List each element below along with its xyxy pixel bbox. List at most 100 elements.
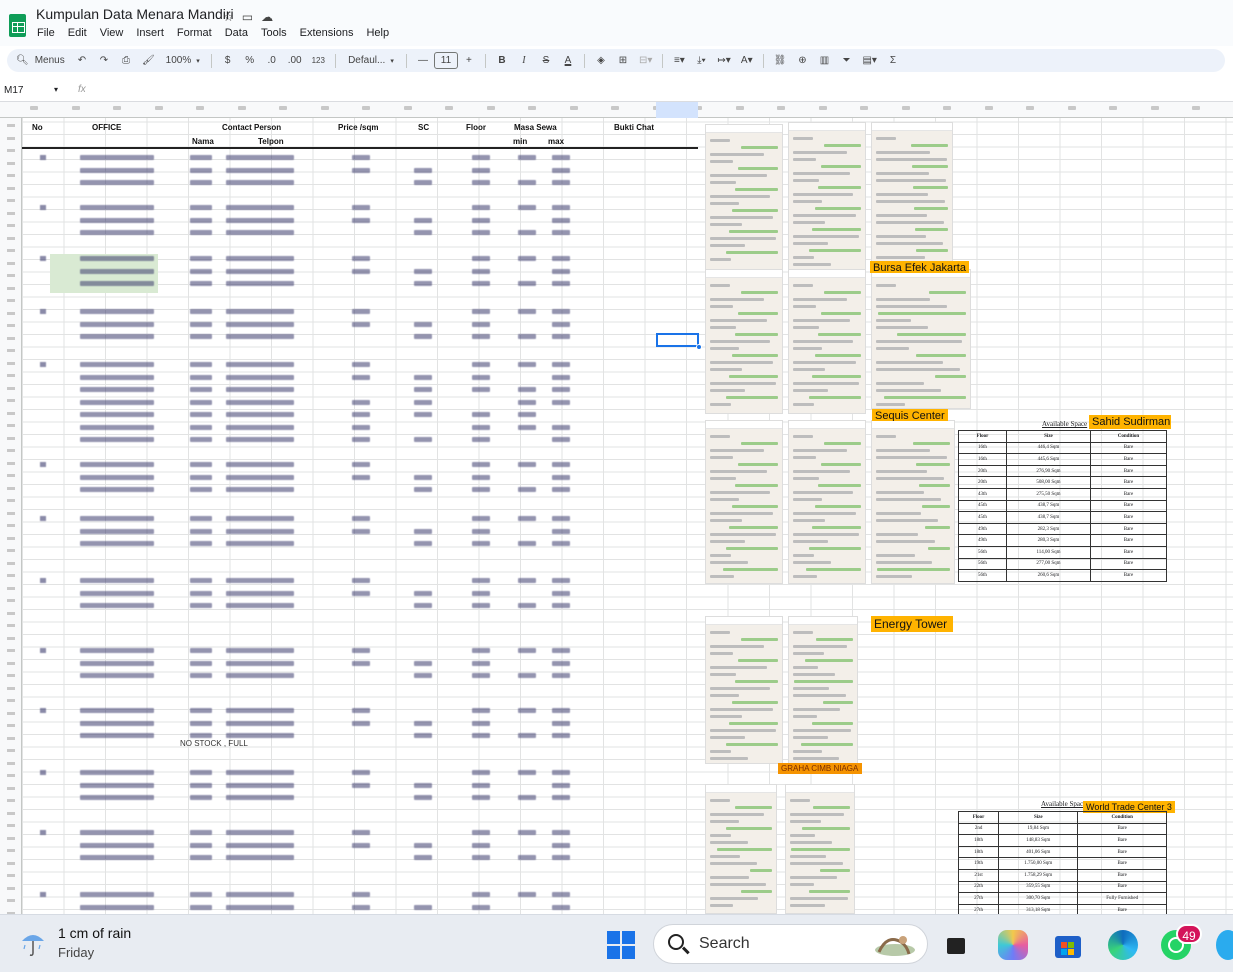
blurred-cell[interactable] [190, 321, 212, 327]
row-number[interactable] [7, 299, 15, 302]
increase-decimal-button[interactable]: .00 [284, 51, 306, 71]
blurred-cell[interactable] [518, 180, 536, 185]
blurred-cell[interactable] [352, 399, 370, 405]
blurred-cell[interactable] [472, 648, 490, 653]
blurred-cell[interactable] [414, 412, 432, 417]
row-number[interactable] [7, 574, 15, 577]
rain-weather-icon[interactable] [18, 927, 48, 957]
blurred-cell[interactable] [472, 281, 490, 286]
blurred-cell[interactable] [80, 374, 154, 380]
row-number[interactable] [7, 724, 15, 727]
blurred-cell[interactable] [226, 830, 294, 835]
blurred-cell[interactable] [80, 830, 154, 835]
blurred-cell[interactable] [226, 387, 294, 392]
blurred-cell[interactable] [226, 487, 294, 492]
blurred-cell[interactable] [414, 660, 432, 666]
filter-icon[interactable]: ⏷ [836, 51, 856, 71]
row-number[interactable] [7, 661, 15, 665]
chat-screenshot-image[interactable] [705, 269, 783, 414]
row-number[interactable] [7, 386, 15, 390]
blurred-cell[interactable] [352, 830, 370, 835]
blurred-cell[interactable] [552, 362, 570, 367]
blurred-cell[interactable] [472, 904, 490, 910]
row-number[interactable] [7, 336, 15, 340]
blurred-cell[interactable] [518, 795, 536, 800]
blurred-cell[interactable] [226, 399, 294, 405]
blurred-cell[interactable] [552, 516, 570, 521]
blurred-cell[interactable] [472, 256, 490, 261]
blurred-cell[interactable] [80, 321, 154, 327]
row-number[interactable] [7, 899, 15, 902]
blurred-cell[interactable] [518, 603, 536, 608]
blurred-cell[interactable] [190, 256, 212, 261]
blurred-cell[interactable] [518, 387, 536, 392]
blurred-cell[interactable] [518, 281, 536, 286]
blurred-cell[interactable] [472, 487, 490, 492]
merge-icon[interactable]: ⊟▾ [635, 51, 656, 71]
blurred-cell[interactable] [414, 437, 432, 442]
comment-icon[interactable]: ⊕ [792, 51, 812, 71]
blurred-cell[interactable] [472, 733, 490, 738]
blurred-cell[interactable] [352, 437, 370, 442]
blurred-cell[interactable] [80, 437, 154, 442]
blurred-cell[interactable] [552, 782, 570, 788]
blurred-cell[interactable] [80, 487, 154, 492]
blurred-cell[interactable] [414, 855, 432, 860]
blurred-cell[interactable] [80, 673, 154, 678]
row-number[interactable] [7, 649, 15, 652]
blurred-cell[interactable] [80, 217, 154, 223]
blurred-cell[interactable] [352, 268, 370, 274]
microsoft-store-icon[interactable] [1053, 930, 1083, 960]
blurred-cell[interactable] [80, 205, 154, 210]
blurred-cell[interactable] [190, 462, 212, 467]
blurred-cell[interactable] [472, 892, 490, 897]
row-number[interactable] [7, 624, 15, 627]
blurred-cell[interactable] [472, 782, 490, 788]
blurred-cell[interactable] [472, 205, 490, 210]
text-color-button[interactable]: A [558, 51, 578, 71]
blurred-cell[interactable] [414, 673, 432, 678]
chat-screenshot-image[interactable] [705, 784, 777, 914]
blurred-cell[interactable] [552, 855, 570, 860]
font-size-input[interactable]: 11 [433, 52, 458, 69]
blurred-cell[interactable] [190, 660, 212, 666]
blurred-cell[interactable] [190, 708, 212, 713]
blurred-cell[interactable] [80, 541, 154, 546]
blurred-cell[interactable] [190, 180, 212, 185]
column-letter[interactable] [113, 106, 121, 110]
blurred-cell[interactable] [414, 281, 432, 286]
blurred-cell[interactable] [414, 399, 432, 405]
blurred-cell[interactable] [190, 770, 212, 775]
blurred-cell[interactable] [190, 230, 212, 235]
blurred-cell[interactable] [472, 309, 490, 314]
blurred-cell[interactable] [80, 474, 154, 480]
blurred-cell[interactable] [80, 362, 154, 367]
blurred-cell[interactable] [552, 708, 570, 713]
blurred-cell[interactable] [472, 660, 490, 666]
row-number[interactable] [7, 636, 15, 640]
blurred-cell[interactable] [352, 648, 370, 653]
blurred-cell[interactable] [414, 334, 432, 339]
blurred-cell[interactable] [552, 541, 570, 546]
row-number[interactable] [7, 136, 15, 140]
blurred-cell[interactable] [226, 217, 294, 223]
blurred-cell[interactable] [518, 155, 536, 160]
blurred-cell[interactable] [414, 217, 432, 223]
blurred-cell[interactable] [226, 180, 294, 185]
blurred-cell[interactable] [226, 720, 294, 726]
blurred-cell[interactable] [190, 155, 212, 160]
blurred-cell[interactable] [552, 892, 570, 897]
start-windows-icon[interactable] [607, 931, 635, 959]
blurred-cell[interactable] [552, 334, 570, 339]
blurred-cell[interactable] [472, 424, 490, 430]
blurred-cell[interactable] [226, 516, 294, 521]
row-number[interactable] [7, 174, 15, 177]
valign-icon[interactable]: ⤓▾ [691, 51, 711, 71]
blurred-cell[interactable] [552, 256, 570, 261]
blurred-cell[interactable] [518, 708, 536, 713]
blurred-cell[interactable] [552, 528, 570, 534]
blurred-cell[interactable] [226, 412, 294, 417]
blurred-cell[interactable] [352, 708, 370, 713]
blurred-cell[interactable] [472, 708, 490, 713]
blurred-cell[interactable] [352, 516, 370, 521]
